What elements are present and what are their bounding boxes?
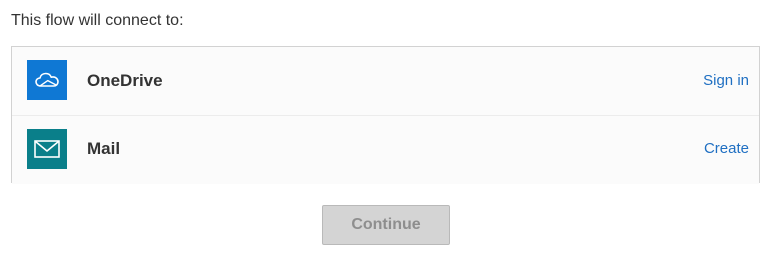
connector-row-mail: Mail Create bbox=[12, 115, 759, 184]
sign-in-link[interactable]: Sign in bbox=[703, 72, 749, 89]
continue-button[interactable]: Continue bbox=[322, 205, 450, 245]
connections-panel: OneDrive Sign in Mail Create bbox=[11, 46, 760, 184]
mail-icon bbox=[27, 129, 67, 169]
create-link[interactable]: Create bbox=[704, 140, 749, 157]
onedrive-icon bbox=[27, 60, 67, 100]
connector-name: OneDrive bbox=[87, 71, 163, 90]
connector-row-onedrive: OneDrive Sign in bbox=[12, 47, 759, 115]
connector-name: Mail bbox=[87, 139, 121, 158]
page-heading: This flow will connect to: bbox=[11, 12, 184, 29]
